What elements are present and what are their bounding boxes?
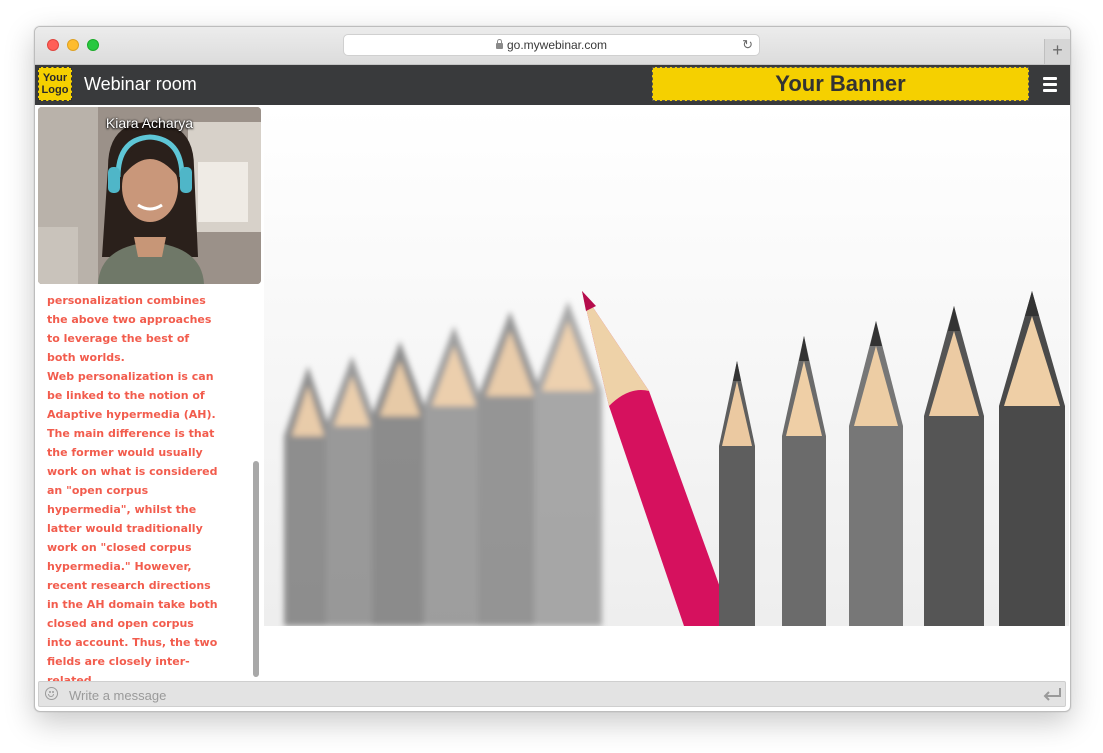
presenter-video-frame xyxy=(38,107,261,284)
reload-icon[interactable]: ↻ xyxy=(742,37,753,53)
presenter-video[interactable]: Kiara Acharya xyxy=(38,107,261,284)
banner[interactable]: Your Banner xyxy=(652,67,1029,101)
emoji-icon[interactable] xyxy=(45,687,58,700)
speaker-name: Kiara Acharya xyxy=(105,115,194,131)
minimize-window-button[interactable] xyxy=(67,39,79,51)
chat-message: Web personalization is can be linked to … xyxy=(47,370,218,687)
presentation-stage xyxy=(263,105,1070,679)
close-window-button[interactable] xyxy=(47,39,59,51)
logo: Your Logo xyxy=(38,67,72,101)
room-title: Webinar room xyxy=(84,74,197,94)
lock-icon xyxy=(495,39,503,49)
sidebar: Kiara Acharya personalization combines t… xyxy=(35,105,263,687)
chat-scrollbar[interactable] xyxy=(253,461,259,677)
presentation-image xyxy=(264,106,1069,626)
zoom-window-button[interactable] xyxy=(87,39,99,51)
message-input[interactable] xyxy=(67,685,1031,705)
chat-messages: personalization combines the above two a… xyxy=(47,291,219,690)
address-url: go.mywebinar.com xyxy=(506,38,608,52)
new-tab-button[interactable]: + xyxy=(1044,39,1070,64)
browser-window: go.mywebinar.com ↻ + Your Logo Webinar r… xyxy=(34,26,1071,712)
pencils-illustration xyxy=(264,106,1069,626)
hamburger-menu-icon[interactable] xyxy=(1043,77,1057,92)
address-bar[interactable]: go.mywebinar.com ↻ xyxy=(343,34,760,56)
chat-message: personalization combines the above two a… xyxy=(47,294,212,364)
send-icon[interactable] xyxy=(1042,687,1062,701)
browser-titlebar: go.mywebinar.com ↻ + xyxy=(35,27,1070,65)
message-bar xyxy=(38,681,1066,707)
webinar-header: Your Logo Webinar room Your Banner xyxy=(35,65,1070,105)
